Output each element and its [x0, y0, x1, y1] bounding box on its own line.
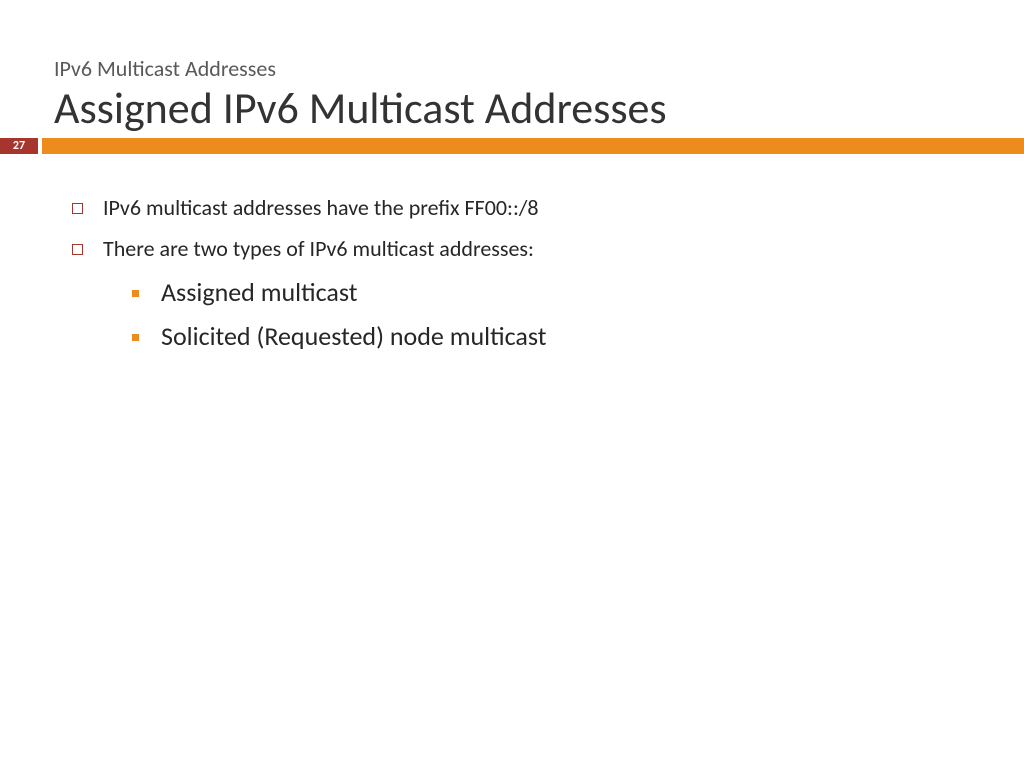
slide-subtitle: IPv6 Multicast Addresses — [54, 55, 1024, 82]
bullet-text: There are two types of IPv6 multicast ad… — [103, 235, 534, 262]
divider-bar: 27 — [0, 138, 1024, 154]
slide-content: IPv6 multicast addresses have the prefix… — [0, 154, 1024, 352]
dot-bullet-icon — [132, 334, 139, 341]
bullet-text: IPv6 multicast addresses have the prefix… — [103, 194, 538, 221]
page-number-badge: 27 — [0, 138, 38, 154]
slide-title: Assigned IPv6 Multicast Addresses — [54, 84, 1024, 132]
dot-bullet-icon — [132, 290, 139, 297]
slide-header: IPv6 Multicast Addresses Assigned IPv6 M… — [0, 0, 1024, 132]
sub-bullet-item: Solicited (Requested) node multicast — [132, 320, 964, 352]
square-bullet-icon — [72, 203, 83, 214]
square-bullet-icon — [72, 244, 83, 255]
accent-bar — [42, 138, 1024, 154]
sub-bullet-text: Assigned multicast — [161, 276, 357, 308]
sub-bullet-item: Assigned multicast — [132, 276, 964, 308]
sub-bullet-text: Solicited (Requested) node multicast — [161, 320, 546, 352]
bullet-item: There are two types of IPv6 multicast ad… — [72, 235, 964, 262]
bullet-item: IPv6 multicast addresses have the prefix… — [72, 194, 964, 221]
